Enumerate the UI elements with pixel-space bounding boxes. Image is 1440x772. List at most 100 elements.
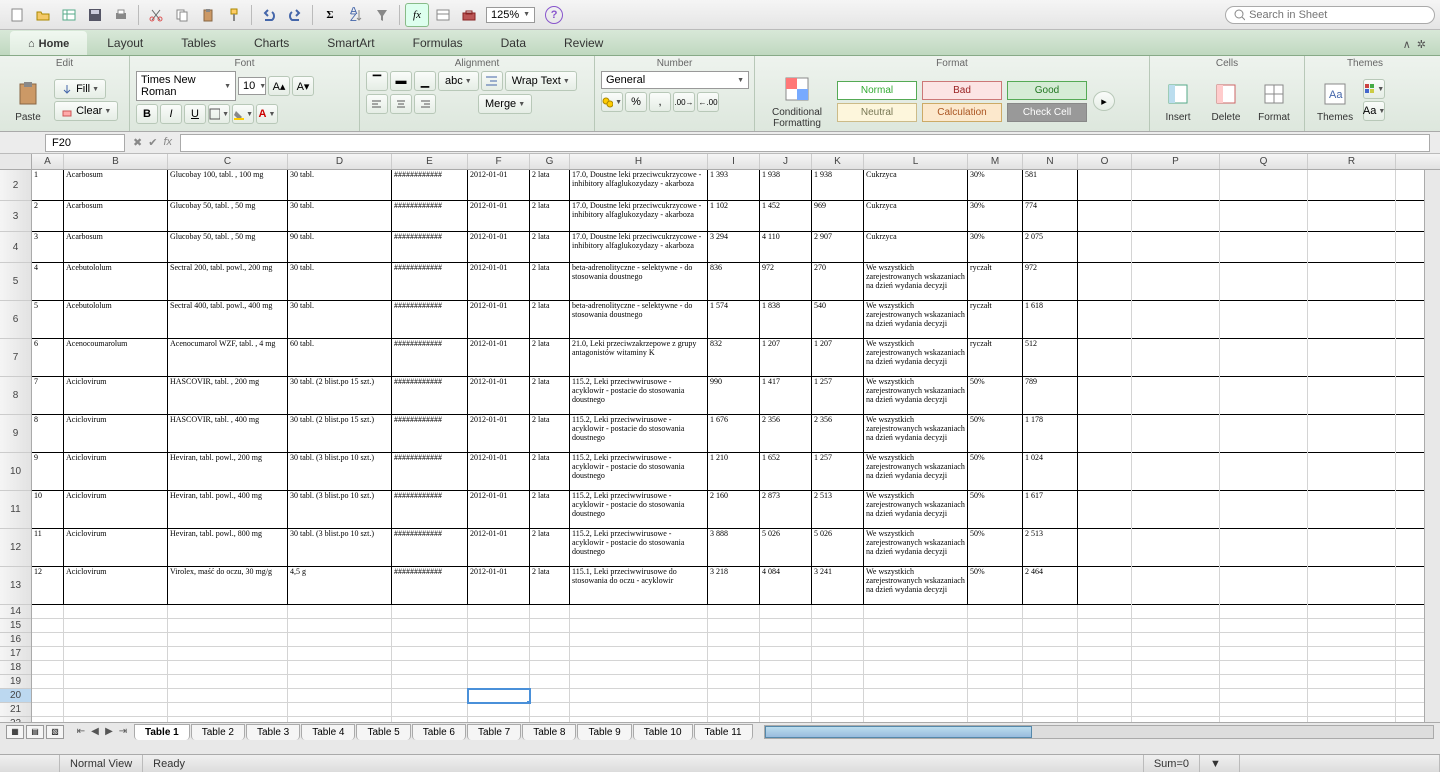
cell[interactable]: 50% bbox=[968, 491, 1023, 529]
cell[interactable] bbox=[1023, 703, 1078, 717]
cell[interactable] bbox=[168, 717, 288, 722]
cell[interactable] bbox=[1220, 661, 1308, 675]
cell[interactable]: 2 lata bbox=[530, 301, 570, 339]
cell[interactable] bbox=[708, 703, 760, 717]
themes-button[interactable]: AaThemes bbox=[1311, 76, 1359, 125]
cell[interactable] bbox=[168, 619, 288, 633]
cell[interactable] bbox=[570, 647, 708, 661]
cell[interactable]: 30 tabl. bbox=[288, 201, 392, 232]
cell[interactable] bbox=[570, 619, 708, 633]
cell[interactable]: ############ bbox=[392, 567, 468, 605]
cell[interactable] bbox=[530, 675, 570, 689]
cell[interactable] bbox=[64, 675, 168, 689]
cell[interactable] bbox=[530, 619, 570, 633]
cell[interactable]: Aciclovirum bbox=[64, 453, 168, 491]
cell[interactable] bbox=[64, 689, 168, 703]
cell[interactable] bbox=[392, 689, 468, 703]
cell[interactable] bbox=[1308, 529, 1396, 567]
row-header[interactable]: 9 bbox=[0, 415, 31, 453]
cell[interactable]: 115.2, Leki przeciwwirusowe - acyklowir … bbox=[570, 415, 708, 453]
cell[interactable] bbox=[1308, 170, 1396, 201]
cell[interactable] bbox=[812, 717, 864, 722]
cell[interactable]: 2 075 bbox=[1023, 232, 1078, 263]
row-header[interactable]: 14 bbox=[0, 605, 31, 619]
cell[interactable]: 4 084 bbox=[760, 567, 812, 605]
tab-review[interactable]: Review bbox=[546, 31, 621, 55]
cut-icon[interactable] bbox=[144, 3, 168, 27]
cell[interactable] bbox=[1308, 689, 1396, 703]
col-header-P[interactable]: P bbox=[1132, 154, 1220, 169]
format-painter-icon[interactable] bbox=[222, 3, 246, 27]
cell[interactable]: Heviran, tabl. powl., 800 mg bbox=[168, 529, 288, 567]
cell[interactable] bbox=[530, 633, 570, 647]
cell[interactable] bbox=[1308, 647, 1396, 661]
row-header[interactable]: 21 bbox=[0, 703, 31, 717]
cell[interactable]: 1 838 bbox=[760, 301, 812, 339]
horizontal-scrollbar[interactable] bbox=[764, 725, 1434, 739]
cell[interactable]: 2 513 bbox=[1023, 529, 1078, 567]
fill-button[interactable]: Fill▼ bbox=[54, 79, 106, 99]
cell[interactable]: 2 356 bbox=[760, 415, 812, 453]
tab-data[interactable]: Data bbox=[483, 31, 544, 55]
row-header[interactable]: 2 bbox=[0, 170, 31, 201]
cell[interactable] bbox=[1308, 619, 1396, 633]
sheet-tab[interactable]: Table 7 bbox=[467, 724, 521, 740]
cell[interactable] bbox=[468, 661, 530, 675]
cell[interactable] bbox=[570, 703, 708, 717]
cell[interactable] bbox=[1220, 567, 1308, 605]
cell[interactable]: Aciclovirum bbox=[64, 529, 168, 567]
cell[interactable]: 1 257 bbox=[812, 453, 864, 491]
cell[interactable]: Virolex, maść do oczu, 30 mg/g bbox=[168, 567, 288, 605]
cell[interactable] bbox=[1078, 647, 1132, 661]
shrink-font-button[interactable]: A▾ bbox=[292, 76, 314, 96]
cell[interactable] bbox=[708, 605, 760, 619]
autosum-icon[interactable]: Σ bbox=[318, 3, 342, 27]
sheet-tab[interactable]: Table 4 bbox=[301, 724, 355, 740]
cell[interactable]: 832 bbox=[708, 339, 760, 377]
cell[interactable] bbox=[1078, 263, 1132, 301]
sort-icon[interactable]: AZ bbox=[344, 3, 368, 27]
clear-button[interactable]: Clear▼ bbox=[54, 101, 118, 121]
cell[interactable]: 2 lata bbox=[530, 415, 570, 453]
cell[interactable]: 4,5 g bbox=[288, 567, 392, 605]
cell[interactable]: ryczałt bbox=[968, 339, 1023, 377]
toolbox-icon[interactable] bbox=[457, 3, 481, 27]
cell[interactable] bbox=[1132, 567, 1220, 605]
cell[interactable] bbox=[708, 633, 760, 647]
cell[interactable]: Sectral 400, tabl. powl., 400 mg bbox=[168, 301, 288, 339]
fx-formula-icon[interactable]: fx bbox=[163, 136, 172, 149]
cell[interactable]: 2012-01-01 bbox=[468, 529, 530, 567]
cell[interactable] bbox=[1308, 605, 1396, 619]
cell[interactable] bbox=[468, 675, 530, 689]
cell[interactable]: Glucobay 50, tabl. , 50 mg bbox=[168, 201, 288, 232]
sheet-tab[interactable]: Table 11 bbox=[694, 724, 753, 740]
paste-icon[interactable] bbox=[196, 3, 220, 27]
cell[interactable] bbox=[64, 605, 168, 619]
cell[interactable] bbox=[392, 703, 468, 717]
cell[interactable]: ############ bbox=[392, 491, 468, 529]
cell[interactable] bbox=[708, 647, 760, 661]
cell[interactable]: 115.2, Leki przeciwwirusowe - acyklowir … bbox=[570, 529, 708, 567]
cell[interactable] bbox=[1220, 415, 1308, 453]
cell[interactable] bbox=[864, 605, 968, 619]
merge-button[interactable]: Merge▼ bbox=[478, 94, 532, 114]
cell[interactable]: 2 lata bbox=[530, 377, 570, 415]
cell[interactable] bbox=[468, 717, 530, 722]
cell[interactable]: 17.0, Doustne leki przeciwcukrzycowe - i… bbox=[570, 201, 708, 232]
cell[interactable]: 30 tabl. (2 blist.po 15 szt.) bbox=[288, 415, 392, 453]
cell[interactable]: Glucobay 100, tabl. , 100 mg bbox=[168, 170, 288, 201]
cell[interactable] bbox=[1078, 529, 1132, 567]
theme-fonts-button[interactable]: Aa▼ bbox=[1363, 101, 1385, 121]
cell[interactable]: 1 938 bbox=[760, 170, 812, 201]
cell[interactable] bbox=[968, 717, 1023, 722]
row-header[interactable]: 18 bbox=[0, 661, 31, 675]
cell[interactable]: 1 102 bbox=[708, 201, 760, 232]
row-header[interactable]: 7 bbox=[0, 339, 31, 377]
cell[interactable] bbox=[1132, 605, 1220, 619]
cell[interactable]: Cukrzyca bbox=[864, 232, 968, 263]
cell[interactable] bbox=[1308, 717, 1396, 722]
undo-icon[interactable] bbox=[257, 3, 281, 27]
underline-button[interactable]: U bbox=[184, 104, 206, 124]
cell[interactable]: 2 356 bbox=[812, 415, 864, 453]
cell[interactable] bbox=[1132, 529, 1220, 567]
